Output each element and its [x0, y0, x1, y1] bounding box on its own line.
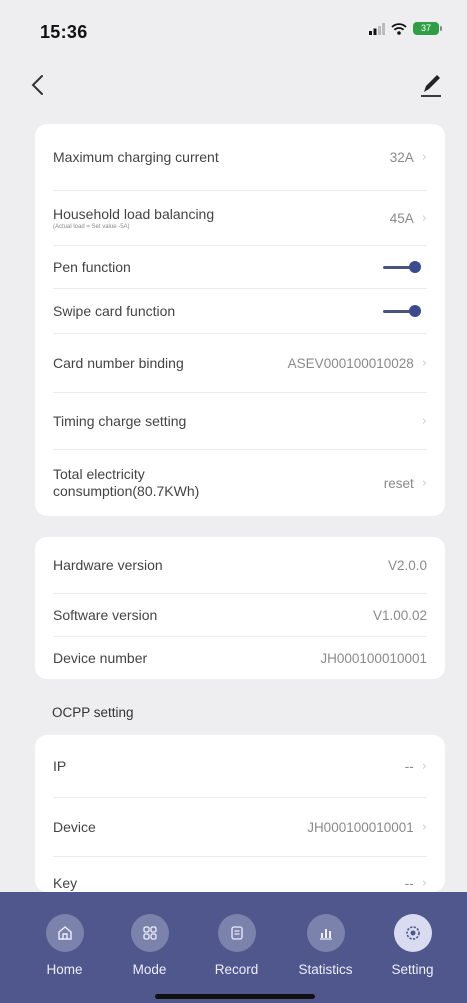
tab-mode[interactable]: Mode: [103, 892, 196, 1003]
row-label: IP: [53, 758, 67, 774]
max-charging-current-row[interactable]: Maximum charging current 32A ›: [53, 124, 427, 191]
row-label: Timing charge setting: [53, 413, 187, 429]
row-value: JH000100010001: [320, 650, 427, 666]
ocpp-ip-row[interactable]: IP -- ›: [53, 735, 427, 798]
gear-icon: [393, 914, 432, 952]
status-bar: 15:36 37: [0, 0, 467, 60]
grid-icon: [130, 914, 169, 952]
swipe-card-function-row: Swipe card function: [53, 289, 427, 334]
wifi-icon: [391, 22, 407, 35]
row-label: Software version: [53, 607, 158, 623]
ocpp-device-row[interactable]: Device JH000100010001 ›: [53, 798, 427, 857]
tab-setting[interactable]: Setting: [366, 892, 459, 1003]
tab-record[interactable]: Record: [190, 892, 283, 1003]
timing-charge-setting-row[interactable]: Timing charge setting ›: [53, 393, 427, 450]
chevron-right-icon: ›: [421, 210, 427, 226]
bottom-tab-bar: Home Mode Record Statistics Setting: [0, 892, 467, 1003]
row-value: ASEV000100010028: [287, 355, 414, 371]
edit-pencil-icon[interactable]: [415, 68, 445, 102]
software-version-row: Software version V1.00.02: [53, 594, 427, 637]
record-icon: [217, 914, 256, 952]
reset-button[interactable]: reset: [384, 476, 414, 491]
row-value: --: [404, 758, 414, 774]
home-icon: [45, 914, 84, 952]
row-value: 32A: [389, 149, 414, 165]
battery-icon: 37: [413, 22, 442, 35]
tab-label: Home: [46, 962, 83, 977]
ocpp-section-title: OCPP setting: [52, 705, 134, 720]
chart-icon: [306, 914, 345, 952]
row-value: V2.0.0: [387, 557, 427, 573]
row-label: Card number binding: [53, 355, 184, 371]
ocpp-key-row[interactable]: Key -- ›: [53, 857, 427, 892]
nav-bar: [0, 60, 467, 116]
row-label: Maximum charging current: [53, 149, 219, 165]
version-info-card: Hardware version V2.0.0 Software version…: [35, 537, 445, 679]
row-label: Device: [53, 819, 96, 835]
chevron-right-icon: ›: [421, 475, 427, 491]
chevron-right-icon: ›: [421, 413, 427, 429]
row-label: Swipe card function: [53, 303, 176, 319]
row-value: JH000100010001: [307, 819, 414, 835]
tab-label: Record: [214, 962, 259, 977]
tab-statistics[interactable]: Statistics: [279, 892, 372, 1003]
tab-home[interactable]: Home: [18, 892, 111, 1003]
row-label: Total electricity consumption(80.7KWh): [53, 466, 200, 499]
device-number-row: Device number JH000100010001: [53, 637, 427, 679]
status-time: 15:36: [40, 22, 88, 42]
row-value: --: [404, 875, 414, 891]
chevron-right-icon: ›: [421, 758, 427, 774]
card-number-binding-row[interactable]: Card number binding ASEV000100010028 ›: [53, 334, 427, 393]
back-arrow-icon[interactable]: [24, 68, 54, 102]
signal-icon: [369, 22, 385, 35]
chevron-right-icon: ›: [421, 149, 427, 165]
row-label: Key: [53, 875, 78, 891]
pen-function-toggle[interactable]: [383, 260, 421, 274]
tab-label: Mode: [132, 962, 167, 977]
ocpp-settings-card: IP -- › Device JH000100010001 › Key -- ›: [35, 735, 445, 892]
row-label: Household load balancing: [53, 206, 215, 222]
swipe-card-toggle[interactable]: [383, 304, 421, 318]
pen-function-row: Pen function: [53, 246, 427, 289]
row-label: Pen function: [53, 259, 131, 275]
row-label: Hardware version: [53, 557, 163, 573]
charging-settings-card: Maximum charging current 32A › Household …: [35, 124, 445, 516]
chevron-right-icon: ›: [421, 819, 427, 835]
chevron-right-icon: ›: [421, 875, 427, 891]
row-sublabel: (Actual load = Set value -5A): [53, 224, 130, 230]
status-icons: 37: [369, 22, 442, 35]
row-value: 45A: [389, 210, 414, 226]
chevron-right-icon: ›: [421, 355, 427, 371]
row-value: V1.00.02: [372, 607, 427, 623]
home-indicator: [155, 994, 315, 999]
hardware-version-row: Hardware version V2.0.0: [53, 537, 427, 594]
total-electricity-row[interactable]: Total electricity consumption(80.7KWh) r…: [53, 450, 427, 516]
household-load-balancing-row[interactable]: Household load balancing (Actual load = …: [53, 191, 427, 246]
tab-label: Statistics: [298, 962, 353, 977]
row-label: Device number: [53, 650, 148, 666]
tab-label: Setting: [391, 962, 434, 977]
